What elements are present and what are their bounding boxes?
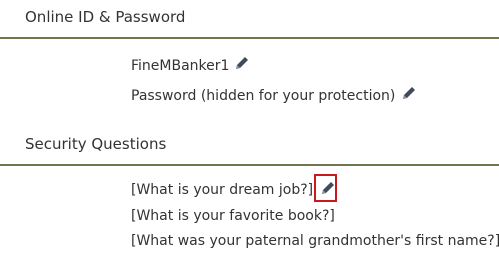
online-id-row: FineMBanker1	[131, 57, 251, 75]
section-divider	[0, 37, 499, 39]
security-question-2: [What is your favorite book?]	[131, 208, 335, 224]
online-id-password-heading: Online ID & Password	[25, 8, 186, 26]
edit-password-pencil-icon[interactable]	[400, 84, 418, 102]
password-row: Password (hidden for your protection)	[131, 87, 418, 105]
section-divider	[0, 164, 499, 166]
security-question-text: [What is your favorite book?]	[131, 208, 335, 224]
security-question-text: [What was your paternal grandmother's fi…	[131, 233, 499, 249]
security-question-text: [What is your dream job?]	[131, 182, 314, 198]
security-questions-heading: Security Questions	[25, 135, 167, 153]
password-hidden-text: Password (hidden for your protection)	[131, 88, 396, 104]
online-id-value: FineMBanker1	[131, 58, 230, 74]
highlight-box	[314, 174, 337, 202]
security-question-3: [What was your paternal grandmother's fi…	[131, 233, 499, 249]
security-question-1: [What is your dream job?]	[131, 181, 337, 199]
edit-online-id-pencil-icon[interactable]	[233, 54, 251, 72]
